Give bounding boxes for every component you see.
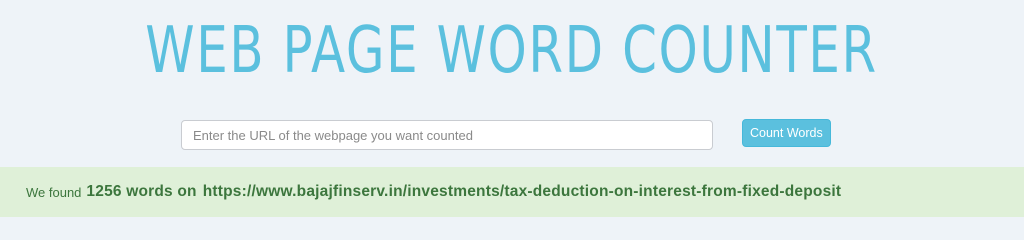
result-prefix: We found — [26, 184, 82, 200]
result-url: https://www.bajajfinserv.in/investments/… — [202, 183, 842, 200]
page-title: WEB PAGE WORD COUNTER — [145, 14, 879, 88]
result-alert: We found 1256 words on https://www.bajaj… — [0, 167, 1024, 217]
count-words-button[interactable]: Count Words — [742, 119, 831, 147]
word-count-text: 1256 words on — [86, 183, 197, 200]
url-input[interactable] — [181, 120, 713, 150]
title-container: WEB PAGE WORD COUNTER — [0, 10, 1024, 92]
search-form: Count Words — [181, 119, 841, 152]
